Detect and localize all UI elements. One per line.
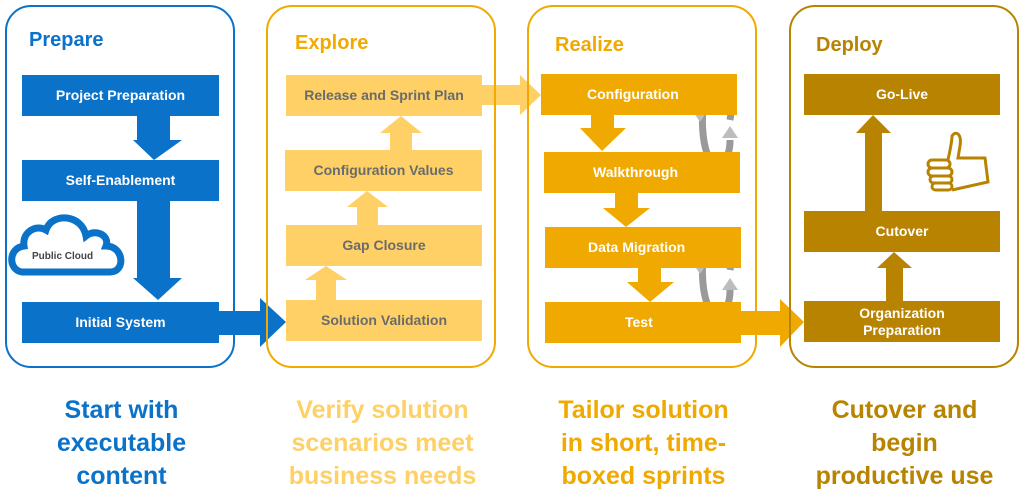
step-configuration-values: Configuration Values bbox=[285, 150, 482, 191]
phase-title-explore: Explore bbox=[295, 32, 369, 54]
phase-title-deploy: Deploy bbox=[816, 34, 883, 56]
step-initial-system: Initial System bbox=[22, 302, 219, 343]
step-cutover: Cutover bbox=[804, 211, 1000, 252]
step-data-migration: Data Migration bbox=[545, 227, 741, 268]
step-project-preparation: Project Preparation bbox=[22, 75, 219, 116]
step-gap-closure: Gap Closure bbox=[286, 225, 482, 266]
sap-activate-diagram: Prepare Explore Realize Deploy Project P… bbox=[0, 0, 1024, 501]
step-release-sprint-plan: Release and Sprint Plan bbox=[286, 75, 482, 116]
step-solution-validation: Solution Validation bbox=[286, 300, 482, 341]
cloud-label: Public Cloud bbox=[32, 251, 94, 262]
step-self-enablement: Self-Enablement bbox=[22, 160, 219, 201]
tagline-explore: Verify solution scenarios meet business ne… bbox=[288, 396, 477, 490]
step-test: Test bbox=[545, 302, 741, 343]
tagline-prepare: Start with executable content bbox=[56, 396, 187, 490]
step-go-live: Go-Live bbox=[804, 74, 1000, 115]
tagline-realize: Tailor solution in short, time-boxed spri… bbox=[558, 396, 729, 490]
step-walkthrough: Walkthrough bbox=[544, 152, 740, 193]
phase-title-realize: Realize bbox=[555, 34, 624, 56]
phase-title-prepare: Prepare bbox=[29, 29, 104, 51]
tagline-deploy: Cutover and begin productive use bbox=[815, 396, 994, 490]
step-configuration: Configuration bbox=[541, 74, 737, 115]
step-organization-preparation: Organization Preparation bbox=[804, 301, 1000, 342]
